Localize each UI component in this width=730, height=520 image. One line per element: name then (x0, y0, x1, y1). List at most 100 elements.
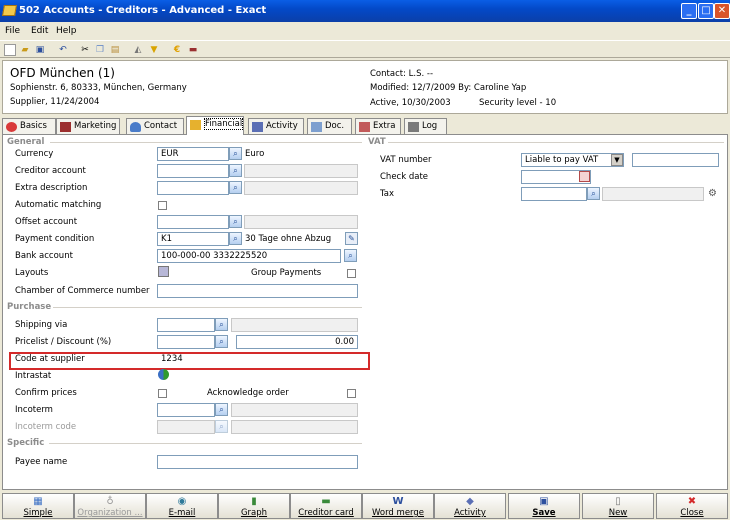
euro-icon[interactable]: € (171, 44, 183, 56)
cut-icon[interactable]: ✂ (79, 44, 91, 56)
simple-button[interactable]: ▦ Simple (2, 493, 74, 519)
search-icon[interactable]: ⌕ (229, 215, 242, 228)
tab-activity[interactable]: Activity (248, 118, 304, 135)
search-icon[interactable]: ⌕ (344, 249, 357, 262)
confirm-prices-checkbox[interactable] (158, 389, 167, 398)
confirm-prices-label: Confirm prices (15, 388, 77, 398)
search-icon[interactable]: ⌕ (229, 181, 242, 194)
creditor-account-field[interactable] (157, 164, 229, 178)
search-icon[interactable]: ⌕ (215, 335, 228, 348)
app-icon (2, 5, 17, 16)
shipping-via-desc (231, 318, 358, 332)
activity-icon (252, 122, 263, 132)
copy-icon[interactable]: ❐ (94, 44, 106, 56)
automatic-matching-checkbox[interactable] (158, 201, 167, 210)
menu-help[interactable]: Help (56, 26, 77, 36)
tax-field[interactable] (521, 187, 587, 201)
undo-icon[interactable]: ↶ (57, 44, 69, 56)
word-icon: W (392, 496, 404, 507)
incoterm-field[interactable] (157, 403, 215, 417)
tab-marketing[interactable]: Marketing (56, 118, 120, 135)
tab-log[interactable]: Log (404, 118, 447, 135)
doc-icon (311, 122, 322, 132)
offset-account-desc (244, 215, 358, 229)
vat-number-label: VAT number (380, 155, 432, 165)
pricelist-field[interactable] (157, 335, 215, 349)
section-divider (49, 443, 362, 444)
save-disk-icon[interactable]: ▣ (34, 44, 46, 56)
chevron-down-icon[interactable]: ▼ (611, 154, 623, 166)
layouts-label: Layouts (15, 268, 49, 278)
help-arrow-icon[interactable]: ▼ (148, 44, 160, 56)
graph-button[interactable]: ▮ Graph (218, 493, 290, 519)
acknowledge-order-checkbox[interactable] (347, 389, 356, 398)
group-payments-label: Group Payments (251, 268, 322, 278)
group-payments-checkbox[interactable] (347, 269, 356, 278)
activity-button[interactable]: ◆ Activity (434, 493, 506, 519)
offset-account-field[interactable] (157, 215, 229, 229)
search-icon[interactable]: ⌕ (229, 164, 242, 177)
print-icon[interactable]: ◭ (132, 44, 144, 56)
book-icon[interactable]: ▬ (187, 44, 199, 56)
bank-account-field[interactable]: 100-000-00 3332225520 (157, 249, 341, 263)
organization-icon: ♁ (106, 496, 114, 507)
discount-field[interactable]: 0.00 (236, 335, 358, 349)
section-divider (50, 142, 362, 143)
save-icon: ▣ (539, 496, 549, 507)
currency-label: Currency (15, 149, 54, 159)
tab-financial[interactable]: Financial (186, 116, 244, 135)
shipping-via-field[interactable] (157, 318, 215, 332)
search-icon: ⌕ (215, 420, 228, 433)
payment-condition-description: 30 Tage ohne Abzug (245, 234, 332, 244)
section-purchase: Purchase (7, 302, 52, 312)
coc-number-field[interactable] (157, 284, 358, 298)
layouts-icon[interactable] (158, 266, 169, 277)
close-button[interactable]: ✖ Close (656, 493, 728, 519)
search-icon[interactable]: ⌕ (229, 232, 242, 245)
coc-number-label: Chamber of Commerce number (15, 286, 150, 296)
tab-extra[interactable]: Extra (355, 118, 401, 135)
menu-edit[interactable]: Edit (31, 26, 48, 36)
calendar-icon[interactable] (579, 171, 590, 182)
minimize-button[interactable]: _ (681, 3, 697, 19)
new-button[interactable]: ▯ New (582, 493, 654, 519)
title-bar: 502 Accounts - Creditors - Advanced - Ex… (0, 0, 730, 22)
vat-number-field[interactable] (632, 153, 719, 167)
search-icon[interactable]: ⌕ (229, 147, 242, 160)
organization-button: ♁ Organization ... (74, 493, 146, 519)
log-icon (408, 122, 419, 132)
word-merge-button[interactable]: W Word merge (362, 493, 434, 519)
section-general: General (7, 137, 45, 147)
email-button[interactable]: ◉ E-mail (146, 493, 218, 519)
tax-label: Tax (380, 189, 395, 199)
edit-condition-icon[interactable]: ✎ (345, 232, 358, 245)
close-window-button[interactable]: ✕ (714, 3, 730, 19)
search-icon[interactable]: ⌕ (587, 187, 600, 200)
creditor-card-button[interactable]: ▬ Creditor card (290, 493, 362, 519)
currency-field[interactable]: EUR (157, 147, 229, 161)
tab-doc[interactable]: Doc. (307, 118, 352, 135)
intrastat-label: Intrastat (15, 371, 52, 381)
save-button[interactable]: ▣ Save (508, 493, 580, 519)
acknowledge-order-label: Acknowledge order (207, 388, 289, 398)
payee-name-field[interactable] (157, 455, 358, 469)
payment-condition-field[interactable]: K1 (157, 232, 229, 246)
search-icon[interactable]: ⌕ (215, 403, 228, 416)
graph-icon: ▮ (251, 496, 257, 507)
highlight-box (9, 352, 370, 370)
open-folder-icon[interactable]: ▰ (19, 44, 31, 56)
extra-description-label: Extra description (15, 183, 88, 193)
maximize-button[interactable]: □ (698, 3, 714, 19)
tab-contact[interactable]: Contact (126, 118, 184, 135)
creditor-account-label: Creditor account (15, 166, 86, 176)
tax-settings-icon[interactable]: ⚙ (708, 188, 719, 199)
extra-description-field[interactable] (157, 181, 229, 195)
menu-file[interactable]: File (5, 26, 20, 36)
security-level: Security level - 10 (479, 98, 557, 108)
tab-basics[interactable]: Basics (2, 118, 56, 135)
vat-liability-select[interactable]: Liable to pay VAT (521, 153, 624, 167)
new-document-icon[interactable] (4, 44, 16, 56)
intrastat-icon[interactable] (158, 369, 169, 380)
paste-icon[interactable]: ▤ (109, 44, 121, 56)
search-icon[interactable]: ⌕ (215, 318, 228, 331)
